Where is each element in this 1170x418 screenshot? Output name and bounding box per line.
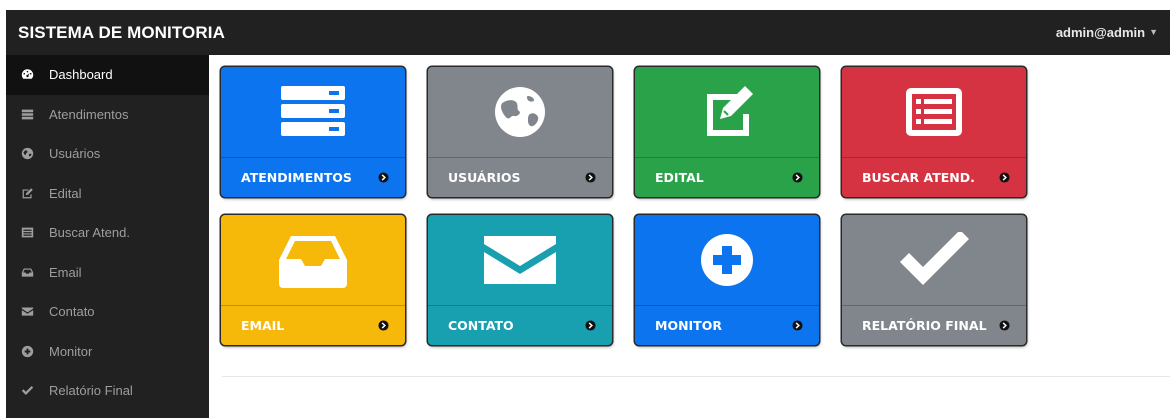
tile-edital[interactable]: EDITAL (635, 67, 819, 197)
caret-down-icon: ▼ (1149, 27, 1158, 37)
arrow-circle-right-icon (378, 320, 389, 331)
tile-footer[interactable]: MONITOR (635, 305, 819, 345)
tile-atendimentos[interactable]: ATENDIMENTOS (221, 67, 405, 197)
sidebar-item-label: Buscar Atend. (49, 225, 130, 241)
arrow-circle-right-icon (999, 320, 1010, 331)
sidebar-item-label: Contato (49, 304, 95, 320)
user-menu[interactable]: admin@admin ▼ (1056, 25, 1158, 40)
check-icon (842, 215, 1026, 305)
tile-label: ATENDIMENTOS (241, 170, 352, 185)
sidebar-item-label: Relatório Final (49, 383, 133, 399)
user-email: admin@admin (1055, 25, 1146, 40)
content-divider (222, 376, 1170, 377)
tile-usuarios[interactable]: USUÁRIOS (428, 67, 612, 197)
sidebar-item-monitor[interactable]: Monitor (6, 332, 209, 372)
edit-icon (19, 185, 35, 201)
check-icon (19, 383, 35, 399)
tile-monitor[interactable]: MONITOR (635, 215, 819, 345)
sidebar-item-relatorio-final[interactable]: Relatório Final (6, 371, 209, 411)
inbox-icon (221, 215, 405, 305)
sidebar-item-label: Monitor (49, 343, 93, 359)
inbox-icon (19, 264, 35, 280)
arrow-circle-right-icon (378, 172, 389, 183)
sidebar-item-label: Email (49, 264, 82, 280)
tile-footer[interactable]: EMAIL (221, 305, 405, 345)
tile-label: CONTATO (448, 318, 514, 333)
tile-footer[interactable]: EDITAL (635, 157, 819, 197)
tile-label: MONITOR (655, 318, 722, 333)
top-navbar: SISTEMA DE MONITORIA admin@admin ▼ (6, 10, 1170, 55)
sidebar-item-label: Usuários (49, 146, 101, 162)
tile-label: EMAIL (241, 318, 285, 333)
arrow-circle-right-icon (585, 320, 596, 331)
server-icon (221, 67, 405, 157)
tile-relatorio-final[interactable]: RELATÓRIO FINAL (842, 215, 1026, 345)
tile-footer[interactable]: BUSCAR ATEND. (842, 157, 1026, 197)
plus-circle-icon (635, 215, 819, 305)
app-title[interactable]: SISTEMA DE MONITORIA (18, 23, 225, 43)
tile-email[interactable]: EMAIL (221, 215, 405, 345)
tile-footer[interactable]: USUÁRIOS (428, 157, 612, 197)
tile-contato[interactable]: CONTATO (428, 215, 612, 345)
tile-label: BUSCAR ATEND. (862, 170, 975, 185)
arrow-circle-right-icon (792, 172, 803, 183)
dashboard-icon (19, 67, 35, 83)
envelope-icon (19, 304, 35, 320)
sidebar-item-atendimentos[interactable]: Atendimentos (6, 95, 209, 135)
edit-icon (635, 67, 819, 157)
tile-label: EDITAL (655, 170, 704, 185)
tile-label: USUÁRIOS (448, 170, 521, 185)
tile-buscar-atend[interactable]: BUSCAR ATEND. (842, 67, 1026, 197)
sidebar-item-dashboard[interactable]: Dashboard (6, 55, 209, 95)
sidebar-item-buscar-atend[interactable]: Buscar Atend. (6, 213, 209, 253)
server-icon (19, 106, 35, 122)
globe-icon (428, 67, 612, 157)
globe-icon (19, 146, 35, 162)
list-icon (19, 225, 35, 241)
sidebar-item-edital[interactable]: Edital (6, 174, 209, 214)
sidebar-item-label: Atendimentos (49, 106, 129, 122)
arrow-circle-right-icon (585, 172, 596, 183)
tile-footer[interactable]: ATENDIMENTOS (221, 157, 405, 197)
sidebar-item-label: Dashboard (49, 67, 113, 83)
envelope-icon (428, 215, 612, 305)
plus-circle-icon (19, 343, 35, 359)
list-icon (842, 67, 1026, 157)
tile-footer[interactable]: CONTATO (428, 305, 612, 345)
sidebar: Dashboard Atendimentos Usuários Edital B… (6, 55, 209, 418)
sidebar-item-email[interactable]: Email (6, 253, 209, 293)
sidebar-item-usuarios[interactable]: Usuários (6, 134, 209, 174)
arrow-circle-right-icon (792, 320, 803, 331)
sidebar-item-contato[interactable]: Contato (6, 292, 209, 332)
tile-footer[interactable]: RELATÓRIO FINAL (842, 305, 1026, 345)
tile-label: RELATÓRIO FINAL (862, 318, 987, 333)
arrow-circle-right-icon (999, 172, 1010, 183)
sidebar-item-label: Edital (49, 185, 82, 201)
